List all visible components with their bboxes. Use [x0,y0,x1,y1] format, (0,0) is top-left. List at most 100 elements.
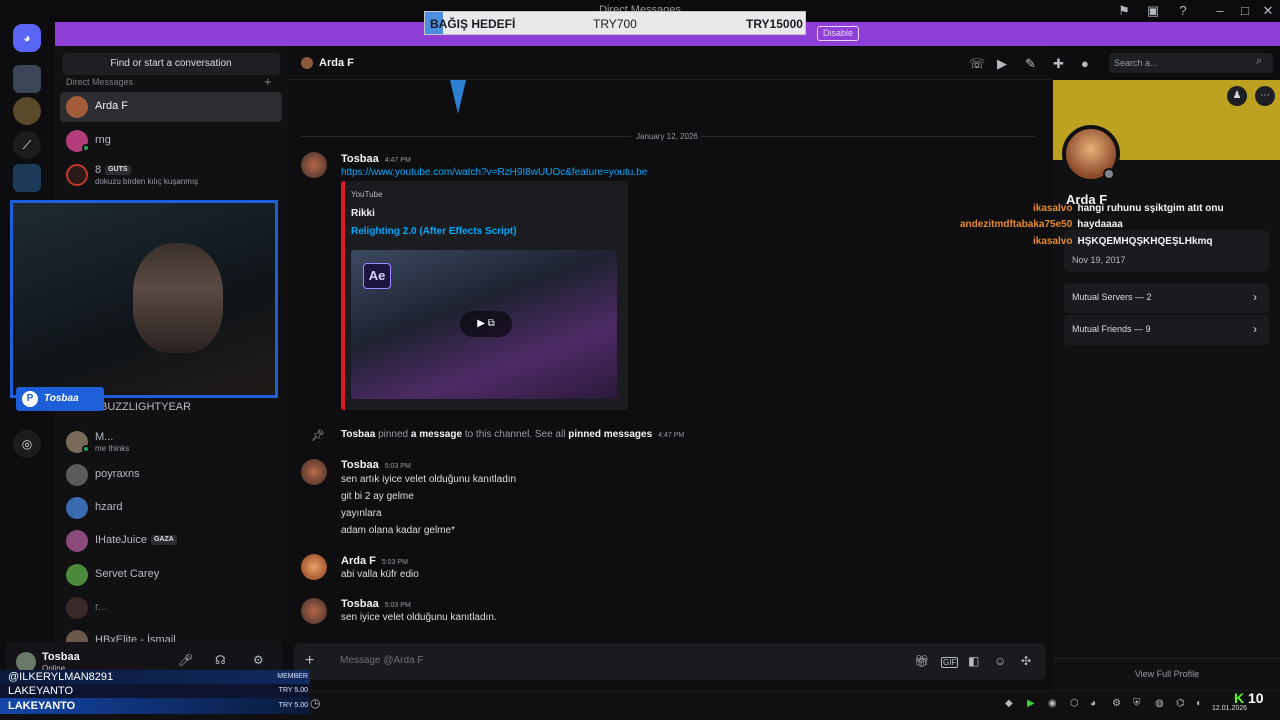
tray-app-icon[interactable]: ⚙ [1112,698,1121,709]
emoji-icon[interactable]: ☺ [994,654,1006,668]
dm-item-activity: me thinks [95,444,130,453]
avatar[interactable] [301,598,327,624]
message-author[interactable]: Tosbaa 5:03 PM [341,459,411,471]
embed-author[interactable]: Rikki [351,208,375,219]
tray-app-icon[interactable]: ◆ [1005,698,1013,709]
dm-item-hbxelite[interactable]: HBxElite - İsmail [60,626,282,642]
gift-icon[interactable]: 🎁︎ [914,654,929,668]
author-name: Tosbaa [341,598,379,610]
banner-disable-button[interactable]: Disable [817,26,859,41]
mutual-servers-label: Mutual Servers — 2 [1072,292,1152,302]
dm-item-rng[interactable]: rng [60,126,282,156]
more-options-icon[interactable]: ⋯ [1255,86,1275,106]
dm-item-hzard[interactable]: hzard [60,493,282,523]
overlay-member-tag: MEMBER [277,673,308,680]
minimize-icon[interactable]: – [1212,3,1228,19]
search-icon: ⌕ [1256,55,1263,67]
message-author[interactable]: Tosbaa 4:47 PM [341,153,411,165]
upload-plus-icon[interactable]: + [305,652,314,670]
tray-network-icon[interactable]: ◍ [1155,698,1164,709]
server-icon[interactable]: ⟋ [13,131,41,159]
sticker-icon[interactable]: ◧ [968,654,979,668]
message-text: adam olana kadar gelme* [341,525,455,536]
embed-title[interactable]: Relighting 2.0 (After Effects Script) [351,226,517,237]
dm-item-label: r... [95,601,108,613]
play-video-button[interactable]: ▶ ⧉ [460,311,512,337]
message-author[interactable]: Arda F 5:03 PM [341,555,408,567]
add-friend-icon[interactable]: ♟ [1227,86,1247,106]
create-dm-icon[interactable]: + [264,74,272,89]
wifi-icon[interactable]: ⌬ [1176,698,1185,709]
online-status-dot [82,144,90,152]
clock-widget-icon[interactable]: ◷ [310,696,320,710]
volume-icon[interactable]: ◖ [1195,698,1201,709]
dm-item-8[interactable]: 8 GUTS dokuzu birden kılıç kuşanmış [60,160,282,190]
after-effects-logo: Ae [363,263,391,289]
message-author[interactable]: Tosbaa 5:03 PM [341,598,411,610]
server-icon[interactable] [13,97,41,125]
dm-item-ihatejuice[interactable]: IHateJuice GAZA [60,526,282,556]
flag-icon[interactable]: ⚑ [1116,3,1132,19]
chat-recipient-name[interactable]: Arda F [319,57,354,69]
microphone-icon[interactable]: 🎤︎ [178,653,193,667]
mutual-servers-button[interactable]: Mutual Servers — 2 › [1064,283,1269,313]
platform-logo-icon: P [22,391,38,407]
taskbar-date[interactable]: 12.01.2026 [1212,705,1247,712]
avatar [66,497,88,519]
server-icon[interactable] [13,65,41,93]
search-input[interactable]: Search a... [1109,53,1273,73]
message-input[interactable]: Message @Arda F [340,655,424,666]
voice-call-icon[interactable]: ☏ [969,56,985,72]
dm-item-poyraxns[interactable]: poyraxns [60,460,282,490]
video-call-icon[interactable]: ▶ [997,56,1007,72]
view-full-profile-button[interactable]: View Full Profile [1054,658,1280,690]
headphones-icon[interactable]: ☊ [215,653,226,667]
pin-text: pinned [378,429,409,440]
user-panel-name: Tosbaa [42,651,80,663]
avatar[interactable] [301,152,327,178]
stream-chat-message: ikasalvo hangi ruhunu sşiktgim atıt onu [1033,203,1224,214]
discord-home-icon[interactable]: ◕ [13,24,41,52]
discover-icon[interactable]: ◎ [13,430,41,458]
message-timestamp: 4:47 PM [384,157,411,164]
settings-gear-icon[interactable]: ⚙ [253,653,264,667]
dm-item-label: HBxElite - İsmail [95,634,176,642]
dm-item-arda-f[interactable]: Arda F [60,92,282,122]
close-window-icon[interactable]: ✕ [1260,3,1276,19]
guild-tag-badge: GAZA [150,535,177,546]
mutual-friends-button[interactable]: Mutual Friends — 9 › [1064,315,1269,345]
tray-discord-icon[interactable]: ◕ [1090,698,1096,709]
pinned-message-link[interactable]: a message [411,429,462,440]
pinned-messages-icon[interactable]: ✎ [1025,56,1036,72]
pin-system-message: Tosbaa pinned a message to this channel.… [341,429,684,440]
apps-icon[interactable]: ✣ [1021,654,1031,668]
youtube-link[interactable]: https://www.youtube.com/watch?v=RzH9I8wU… [341,167,647,178]
tray-app-icon[interactable]: ◉ [1048,698,1057,709]
user-profile-icon[interactable]: ● [1081,56,1089,71]
avatar[interactable] [301,554,327,580]
dm-item-label: rng [95,134,111,146]
dm-item-label: Servet Carey [95,568,160,580]
avatar[interactable] [16,652,36,672]
tray-play-icon[interactable]: ▶ [1027,698,1035,709]
maximize-icon[interactable]: □ [1237,3,1253,19]
gif-icon[interactable]: GIF [941,657,959,668]
dm-item-servet-carey[interactable]: Servet Carey [60,560,282,590]
dm-item-m[interactable]: M... me thinks [60,427,282,457]
inbox-icon[interactable]: ▣ [1145,3,1161,19]
add-friends-icon[interactable]: ✚ [1053,56,1064,72]
avatar[interactable] [301,459,327,485]
dm-item-label: Arda F [95,100,129,112]
help-icon[interactable]: ? [1175,3,1191,19]
pin-author[interactable]: Tosbaa [341,429,375,440]
server-icon[interactable] [13,164,41,192]
see-pinned-messages-link[interactable]: pinned messages [568,429,652,440]
date-divider: January 12, 2026 [636,132,698,141]
dm-item-r[interactable]: r... [60,593,282,623]
tray-shield-icon[interactable]: ⛨ [1133,698,1141,709]
find-conversation-button[interactable]: Find or start a conversation [62,53,280,75]
tray-app-icon[interactable]: ⬡ [1070,698,1079,709]
overlay-donation-amount: TRY 5.00 [278,687,308,694]
message-text: sen iyice velet olduğunu kanıtladın. [341,612,497,623]
chevron-right-icon: › [1253,290,1257,304]
